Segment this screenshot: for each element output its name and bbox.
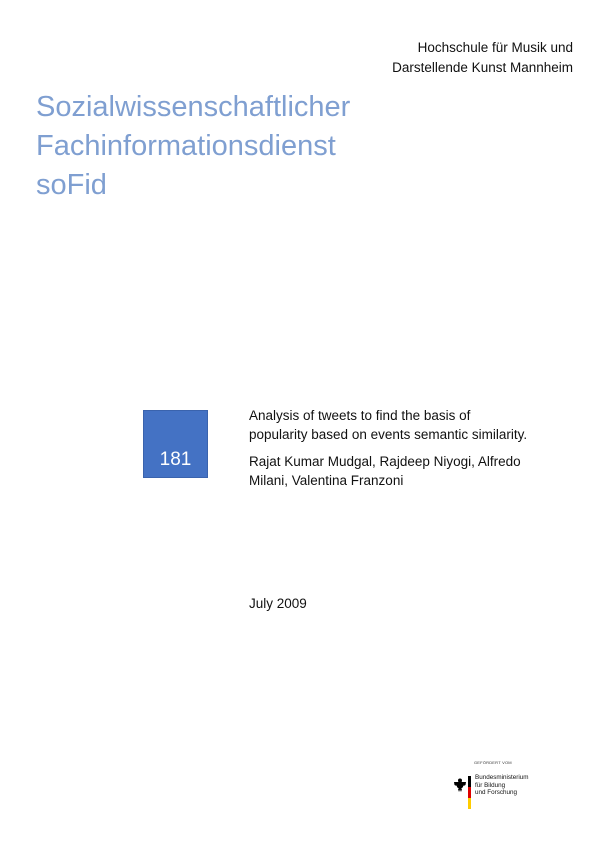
funder-label: GEFÖRDERT VOM (474, 760, 512, 765)
issue-number: 181 (159, 449, 192, 470)
report-authors-line-2: Milani, Valentina Franzoni (249, 473, 404, 488)
report-title: Analysis of tweets to find the basis of … (249, 406, 579, 444)
funder-name-line-2: für Bildung (475, 781, 506, 789)
flag-red-stripe (468, 787, 471, 798)
publication-date: July 2009 (249, 596, 307, 611)
flag-black-stripe (468, 776, 471, 787)
report-title-line-1: Analysis of tweets to find the basis of (249, 408, 471, 423)
report-authors: Rajat Kumar Mudgal, Rajdeep Niyogi, Alfr… (249, 452, 579, 490)
institution-line-2: Darstellende Kunst Mannheim (392, 60, 573, 75)
eagle-flag-icon (454, 776, 471, 809)
report-authors-line-1: Rajat Kumar Mudgal, Rajdeep Niyogi, Alfr… (249, 454, 521, 469)
issue-number-box: 181 (143, 410, 208, 478)
report-info: Analysis of tweets to find the basis of … (249, 406, 579, 490)
page-title-line-2: Fachinformationsdienst (36, 130, 336, 162)
institution-line-1: Hochschule für Musik und (417, 40, 573, 55)
funder-name-line-3: und Forschung (475, 789, 518, 796)
page-title-line-3: soFid (36, 169, 107, 201)
flag-gold-stripe (468, 798, 471, 809)
page-title: Sozialwissenschaftlicher Fachinformation… (36, 88, 350, 205)
report-title-line-2: popularity based on events semantic simi… (249, 427, 528, 442)
funder-name: Bundesministerium für Bildung und Forsch… (475, 774, 529, 797)
funder-name-line-1: Bundesministerium (475, 774, 529, 781)
page-title-line-1: Sozialwissenschaftlicher (36, 91, 351, 123)
institution-name: Hochschule für Musik und Darstellende Ku… (392, 38, 573, 78)
